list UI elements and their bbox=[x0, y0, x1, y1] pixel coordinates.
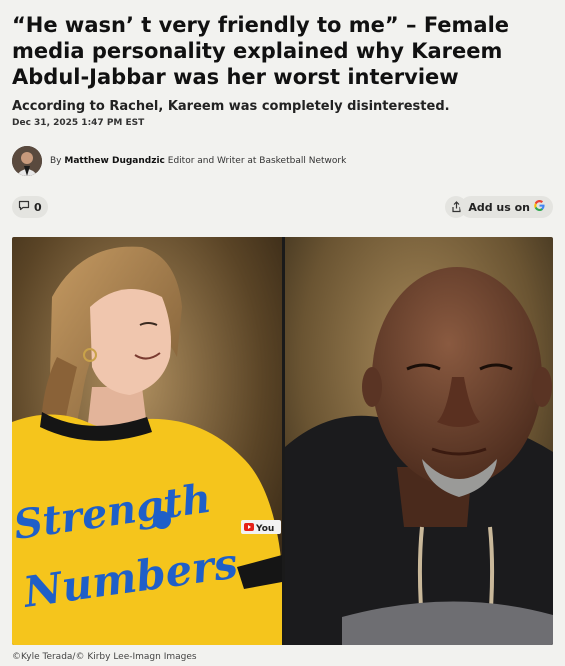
youtube-badge-text: You bbox=[255, 524, 274, 534]
add-us-on-google-button[interactable]: Add us on bbox=[460, 196, 553, 218]
byline-text: By Matthew Dugandzic Editor and Writer a… bbox=[50, 156, 346, 166]
comments-button[interactable]: 0 bbox=[12, 196, 48, 218]
byline-prefix: By bbox=[50, 156, 62, 166]
image-credit: ©Kyle Terada/© Kirby Lee-Imagn Images bbox=[12, 652, 197, 662]
photo-left-woman: Strength Numbers You bbox=[12, 237, 282, 645]
comment-count: 0 bbox=[34, 200, 42, 214]
add-us-label: Add us on bbox=[468, 200, 530, 214]
author-role: Editor and Writer at Basketball Network bbox=[167, 156, 347, 166]
article-headline: “He wasn’ t very friendly to me” – Femal… bbox=[12, 13, 510, 89]
photo-right-man bbox=[285, 237, 553, 645]
author-name[interactable]: Matthew Dugandzic bbox=[64, 156, 165, 166]
article-actions: 0 Add us on bbox=[12, 196, 553, 218]
article-dek: According to Rachel, Kareem was complete… bbox=[12, 99, 450, 114]
byline: By Matthew Dugandzic Editor and Writer a… bbox=[12, 145, 552, 177]
comment-icon bbox=[18, 200, 30, 214]
publish-date: Dec 31, 2025 1:47 PM EST bbox=[12, 118, 145, 128]
article-hero-image: Strength Numbers You bbox=[12, 237, 553, 645]
google-icon bbox=[534, 200, 545, 214]
author-avatar[interactable] bbox=[12, 146, 42, 176]
